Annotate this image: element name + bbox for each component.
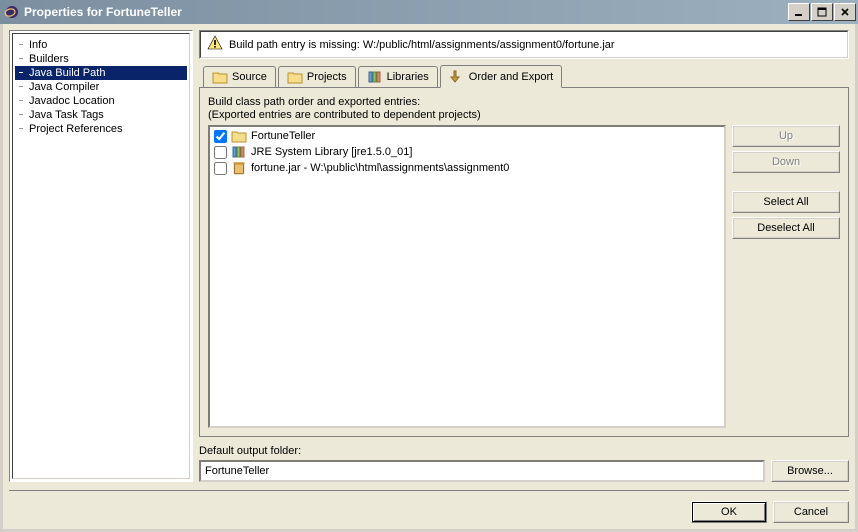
list-item[interactable]: fortune.jar - W:\public\html\assignments… — [211, 160, 723, 176]
cancel-button[interactable]: Cancel — [773, 501, 849, 523]
deselect-all-button[interactable]: Deselect All — [732, 217, 840, 239]
folder-project-icon — [287, 70, 303, 84]
select-all-button[interactable]: Select All — [732, 191, 840, 213]
down-button[interactable]: Down — [732, 151, 840, 173]
maximize-button[interactable] — [811, 3, 833, 21]
jar-icon — [231, 161, 247, 175]
entry-label: JRE System Library [jre1.5.0_01] — [251, 146, 412, 158]
entry-label: fortune.jar - W:\public\html\assignments… — [251, 162, 509, 174]
list-item[interactable]: JRE System Library [jre1.5.0_01] — [211, 144, 723, 160]
list-item[interactable]: FortuneTeller — [211, 128, 723, 144]
order-subheader: (Exported entries are contributed to dep… — [208, 109, 840, 121]
tab-label: Order and Export — [469, 71, 553, 83]
entries-list[interactable]: FortuneTeller JRE System Library [jre1.5… — [208, 125, 726, 428]
entry-checkbox[interactable] — [214, 130, 227, 143]
browse-button[interactable]: Browse... — [771, 460, 849, 482]
entry-checkbox[interactable] — [214, 146, 227, 159]
category-tree: Info Builders Java Build Path Java Compi… — [9, 30, 193, 482]
nav-java-build-path[interactable]: Java Build Path — [15, 66, 187, 80]
up-button[interactable]: Up — [732, 125, 840, 147]
output-folder-input[interactable] — [199, 460, 765, 482]
tab-label: Projects — [307, 71, 347, 83]
nav-project-references[interactable]: Project References — [15, 122, 187, 136]
output-folder-label: Default output folder: — [199, 445, 849, 457]
window-title: Properties for FortuneTeller — [24, 5, 787, 19]
ok-button[interactable]: OK — [691, 501, 767, 523]
entry-label: FortuneTeller — [251, 130, 315, 142]
tab-source[interactable]: Source — [203, 66, 276, 87]
tab-libraries[interactable]: Libraries — [358, 66, 438, 87]
nav-java-task-tags[interactable]: Java Task Tags — [15, 108, 187, 122]
warning-banner: Build path entry is missing: W:/public/h… — [199, 30, 849, 59]
nav-javadoc-location[interactable]: Javadoc Location — [15, 94, 187, 108]
library-icon — [367, 70, 383, 84]
tab-projects[interactable]: Projects — [278, 66, 356, 87]
folder-source-icon — [212, 70, 228, 84]
warning-icon — [207, 35, 223, 54]
tab-order-export[interactable]: Order and Export — [440, 65, 562, 88]
tab-label: Source — [232, 71, 267, 83]
library-icon — [231, 145, 247, 159]
folder-icon — [231, 129, 247, 143]
order-header: Build class path order and exported entr… — [208, 96, 840, 108]
eclipse-icon — [4, 4, 20, 20]
close-button[interactable] — [834, 3, 856, 21]
minimize-button[interactable] — [788, 3, 810, 21]
title-bar: Properties for FortuneTeller — [0, 0, 858, 24]
tab-panel-order-export: Build class path order and exported entr… — [199, 87, 849, 437]
warning-text: Build path entry is missing: W:/public/h… — [229, 39, 615, 51]
tabs: Source Projects Libraries Order and Expo… — [199, 65, 849, 87]
nav-builders[interactable]: Builders — [15, 52, 187, 66]
tab-label: Libraries — [387, 71, 429, 83]
order-export-icon — [449, 70, 465, 84]
entry-checkbox[interactable] — [214, 162, 227, 175]
nav-java-compiler[interactable]: Java Compiler — [15, 80, 187, 94]
nav-info[interactable]: Info — [15, 38, 187, 52]
